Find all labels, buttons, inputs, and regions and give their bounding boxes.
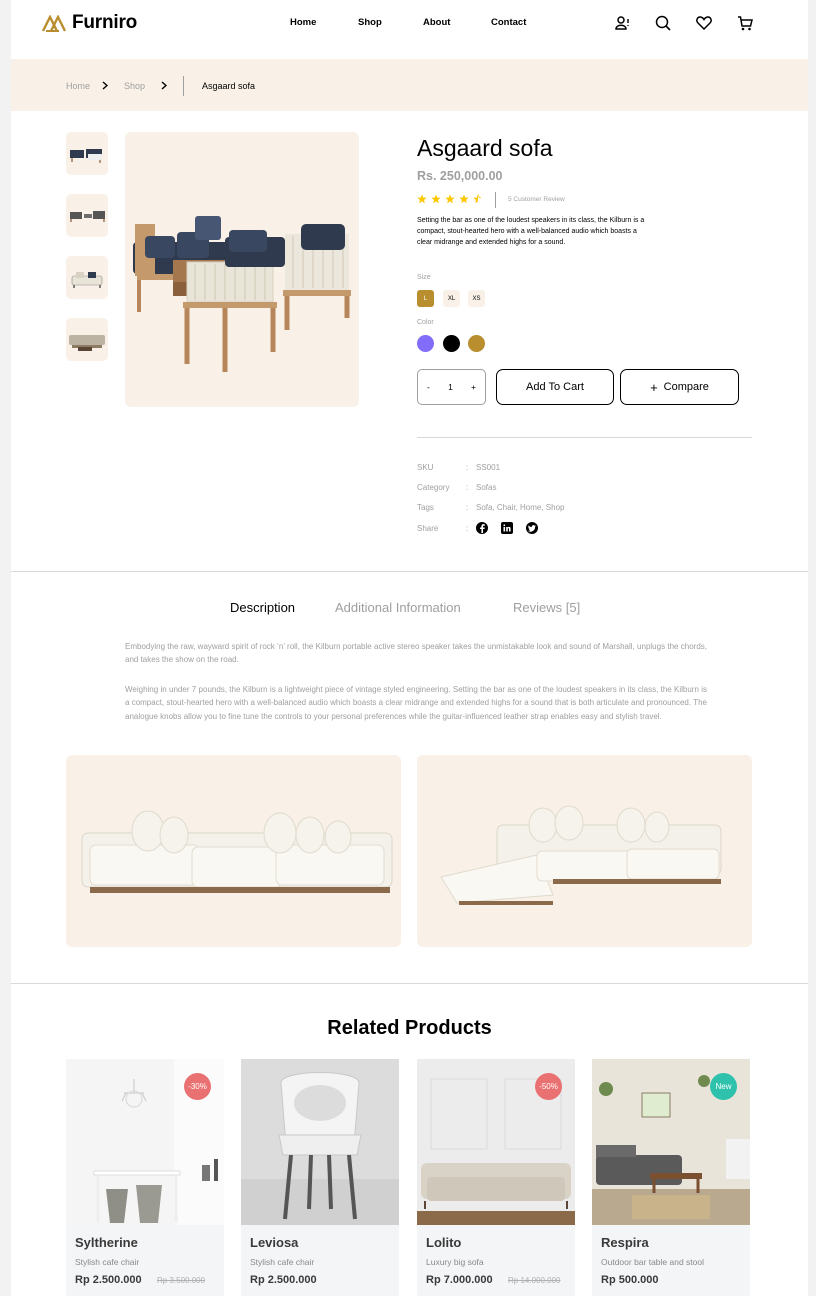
star-icon	[417, 194, 427, 204]
sofa-illustration	[133, 216, 351, 372]
description-image-1	[66, 755, 401, 947]
product-card-price: Rp 2.500.000	[75, 1274, 142, 1286]
meta-colon: :	[466, 463, 469, 472]
meta-colon: :	[466, 524, 469, 533]
star-icon	[459, 194, 469, 204]
meta-colon: :	[466, 483, 469, 492]
tags-value[interactable]: Sofa, Chair, Home, Shop	[476, 503, 565, 512]
size-label: Size	[417, 274, 431, 281]
section-divider	[11, 983, 808, 984]
star-icon	[445, 194, 455, 204]
product-card-old-price: Rp 3.500.000	[157, 1276, 206, 1285]
product-card-old-price: Rp 14.000.000	[508, 1276, 561, 1285]
section-divider	[11, 571, 808, 572]
product-page: Furniro Home Shop About Contact Home Sho…	[11, 0, 808, 1296]
chevron-right-icon	[161, 81, 167, 90]
breadcrumb-home[interactable]: Home	[66, 81, 90, 91]
breadcrumb-shop[interactable]: Shop	[124, 81, 145, 91]
nav-shop[interactable]: Shop	[358, 17, 382, 28]
product-card-price: Rp 7.000.000	[426, 1274, 493, 1286]
description-paragraph-2: Weighing in under 7 pounds, the Kilburn …	[125, 685, 707, 721]
tab-reviews[interactable]: Reviews [5]	[513, 600, 580, 615]
description-paragraph-1: Embodying the raw, wayward spirit of roc…	[125, 642, 707, 665]
product-card[interactable]: Leviosa Stylish cafe chair Rp 2.500.000	[241, 1059, 399, 1296]
thumbnail-1[interactable]	[66, 132, 108, 175]
linkedin-icon[interactable]	[501, 522, 513, 534]
meta-colon: :	[466, 503, 469, 512]
account-icon[interactable]	[613, 13, 633, 33]
add-to-cart-label: Add To Cart	[526, 381, 584, 393]
plus-icon: +	[650, 379, 658, 395]
category-value[interactable]: Sofas	[476, 483, 496, 492]
product-divider	[417, 437, 752, 438]
breadcrumb-divider	[183, 76, 184, 96]
rating-divider	[495, 192, 496, 208]
chevron-right-icon	[102, 81, 108, 90]
sku-value: SS001	[476, 463, 501, 472]
product-price: Rs. 250,000.00	[417, 169, 503, 183]
color-swatch-gold[interactable]	[468, 335, 485, 352]
product-card-name[interactable]: Syltherine	[75, 1235, 138, 1250]
star-icon	[431, 194, 441, 204]
description-image-2	[417, 755, 752, 947]
compare-label: Compare	[663, 381, 709, 393]
category-label: Category	[417, 483, 450, 492]
quantity-stepper: - 1 +	[417, 369, 486, 405]
product-card-name[interactable]: Respira	[601, 1235, 649, 1250]
product-card-name[interactable]: Leviosa	[250, 1235, 298, 1250]
twitter-icon[interactable]	[526, 522, 538, 534]
product-card[interactable]: -50% Lolito Luxury big sofa Rp 7.000.000…	[417, 1059, 575, 1296]
product-card-desc: Outdoor bar table and stool	[601, 1257, 705, 1267]
product-card-desc: Stylish cafe chair	[250, 1257, 315, 1267]
add-to-cart-button[interactable]: Add To Cart	[496, 369, 614, 405]
tab-additional-information[interactable]: Additional Information	[335, 600, 461, 615]
size-option-l[interactable]: L	[417, 290, 434, 307]
nav-about[interactable]: About	[423, 17, 450, 28]
thumbnail-2[interactable]	[66, 194, 108, 237]
product-card-desc: Stylish cafe chair	[75, 1257, 140, 1267]
breadcrumb-current: Asgaard sofa	[202, 81, 256, 91]
main-product-image[interactable]	[125, 132, 359, 407]
size-option-xs[interactable]: XS	[468, 290, 485, 307]
color-swatch-black[interactable]	[443, 335, 460, 352]
qty-increment-button[interactable]: +	[471, 382, 476, 392]
thumbnail-3[interactable]	[66, 256, 108, 299]
product-card[interactable]: New Respira Outdoor bar table and stool …	[592, 1059, 750, 1296]
color-swatch-purple[interactable]	[417, 335, 434, 352]
half-star-icon	[473, 194, 482, 204]
product-name: Asgaard sofa	[417, 135, 553, 161]
tags-label: Tags	[417, 503, 434, 512]
sku-label: SKU	[417, 463, 434, 472]
compare-button[interactable]: + Compare	[620, 369, 739, 405]
furniro-logo-icon	[42, 14, 67, 32]
heart-icon[interactable]	[694, 13, 714, 33]
product-card-price: Rp 2.500.000	[250, 1274, 317, 1286]
cart-icon[interactable]	[735, 13, 755, 33]
product-card-desc: Luxury big sofa	[426, 1257, 484, 1267]
size-option-xl[interactable]: XL	[443, 290, 460, 307]
brand-name: Furniro	[72, 12, 138, 33]
product-card[interactable]: -30% Syltherine Stylish cafe chair Rp 2.…	[66, 1059, 224, 1296]
related-products-title: Related Products	[327, 1017, 492, 1039]
qty-decrement-button[interactable]: -	[427, 382, 430, 392]
nav-contact[interactable]: Contact	[491, 17, 526, 28]
search-icon[interactable]	[653, 13, 673, 33]
rating-stars	[417, 194, 483, 204]
discount-badge: -50%	[535, 1073, 562, 1100]
product-card-name[interactable]: Lolito	[426, 1235, 461, 1250]
tab-description[interactable]: Description	[230, 600, 295, 615]
thumbnail-4[interactable]	[66, 318, 108, 361]
product-card-price: Rp 500.000	[601, 1274, 659, 1286]
color-label: Color	[417, 319, 434, 326]
brand-logo[interactable]: Furniro	[42, 12, 137, 34]
qty-value[interactable]: 1	[448, 382, 453, 392]
facebook-icon[interactable]	[476, 522, 488, 534]
product-image	[241, 1059, 399, 1225]
new-badge: New	[710, 1073, 737, 1100]
review-count[interactable]: 5 Customer Review	[508, 196, 565, 203]
discount-badge: -30%	[184, 1073, 211, 1100]
product-short-description: Setting the bar as one of the loudest sp…	[417, 217, 645, 246]
share-label: Share	[417, 524, 439, 533]
nav-home[interactable]: Home	[290, 17, 316, 28]
